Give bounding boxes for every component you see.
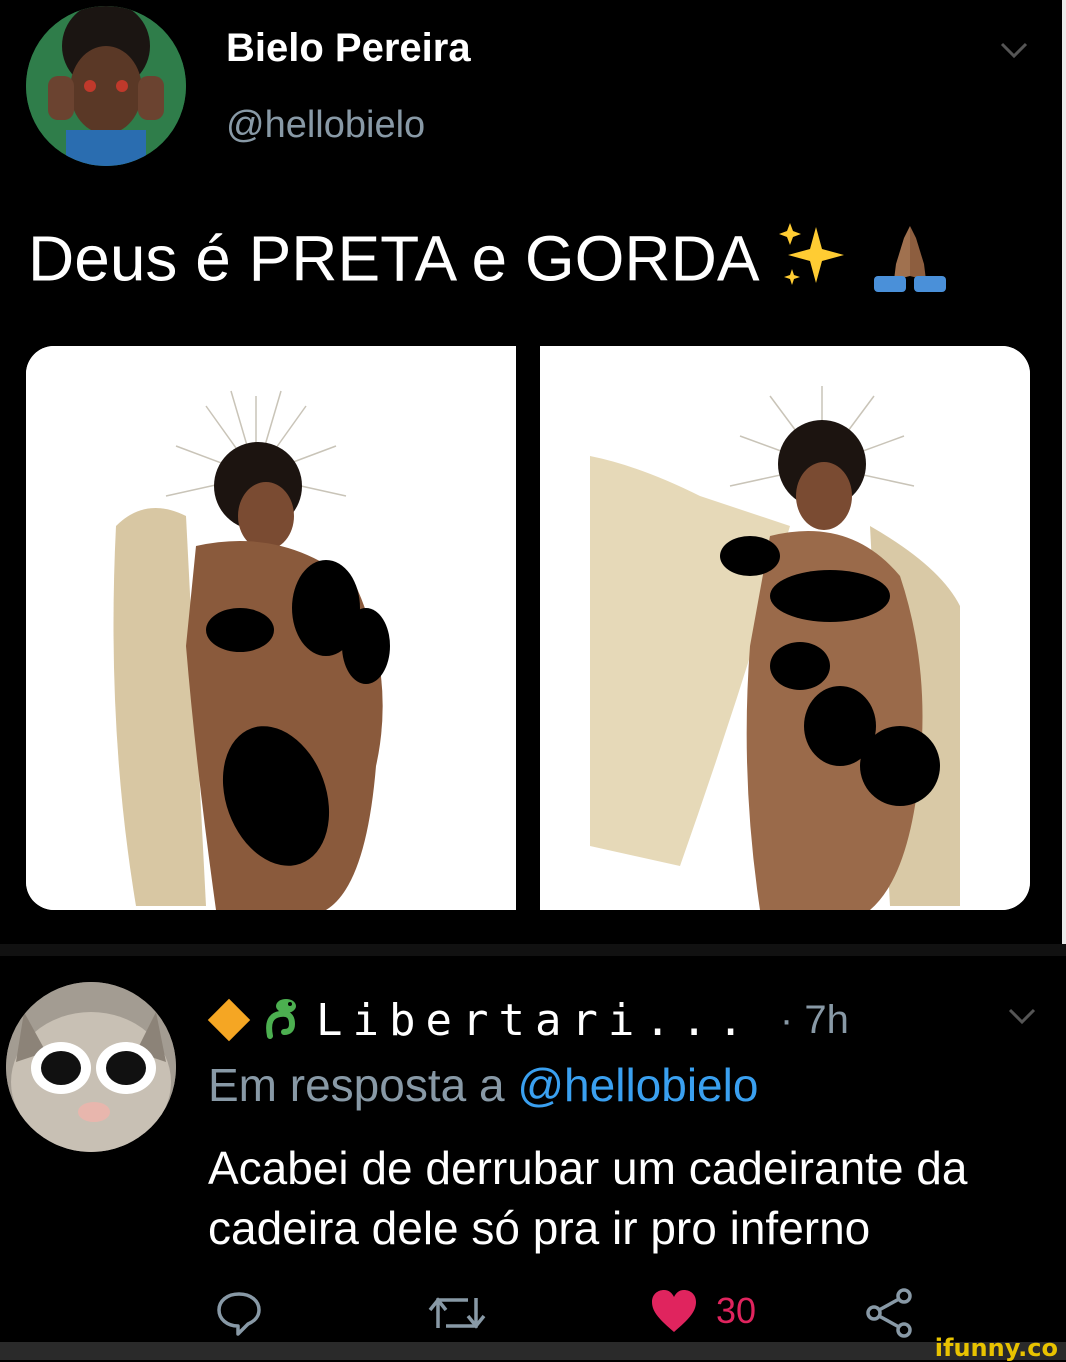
reply-author-name[interactable]: Libertari... (316, 995, 754, 1046)
reply-context: Em resposta a @hellobielo (208, 1058, 758, 1112)
tweet-text-content: Deus é PRETA e GORDA (28, 222, 760, 295)
share-button[interactable] (864, 1288, 914, 1343)
author-name[interactable]: Bielo Pereira (226, 26, 471, 71)
comment-icon (217, 1292, 261, 1336)
reply-author-avatar[interactable] (6, 982, 176, 1152)
tweet-photo-1[interactable] (26, 346, 516, 910)
sparkles-icon (776, 221, 852, 306)
retweet-button[interactable] (424, 1288, 490, 1343)
reply-header: Libertari... · 7h (207, 990, 849, 1050)
tweet-text: Deus é PRETA e GORDA (28, 218, 952, 309)
praying-hands-icon (868, 218, 952, 309)
diamond-icon (207, 998, 251, 1042)
reply-text: Acabei de derrubar um cadeirante da cade… (208, 1142, 968, 1254)
share-icon (866, 1288, 912, 1338)
ifunny-watermark: ifunny.co (934, 1334, 1058, 1362)
divider (0, 944, 1066, 956)
heart-icon (652, 1290, 696, 1332)
like-count: 30 (716, 1290, 757, 1331)
chevron-down-icon[interactable] (1004, 1004, 1040, 1030)
snake-icon (262, 996, 306, 1045)
retweet-icon (428, 1297, 486, 1329)
reply-prefix: Em resposta a (208, 1059, 505, 1111)
author-avatar[interactable] (26, 6, 186, 166)
author-handle[interactable]: @hellobielo (226, 104, 425, 147)
screenshot-edge (1062, 0, 1066, 944)
like-button[interactable]: 30 (650, 1288, 756, 1334)
footer-bar (0, 1342, 1066, 1360)
reply-mention-link[interactable]: @hellobielo (517, 1059, 758, 1111)
reply-button[interactable] (214, 1288, 264, 1343)
reply-timestamp[interactable]: · 7h (780, 998, 849, 1043)
tweet-photo-2[interactable] (540, 346, 1030, 910)
chevron-down-icon[interactable] (996, 36, 1032, 64)
